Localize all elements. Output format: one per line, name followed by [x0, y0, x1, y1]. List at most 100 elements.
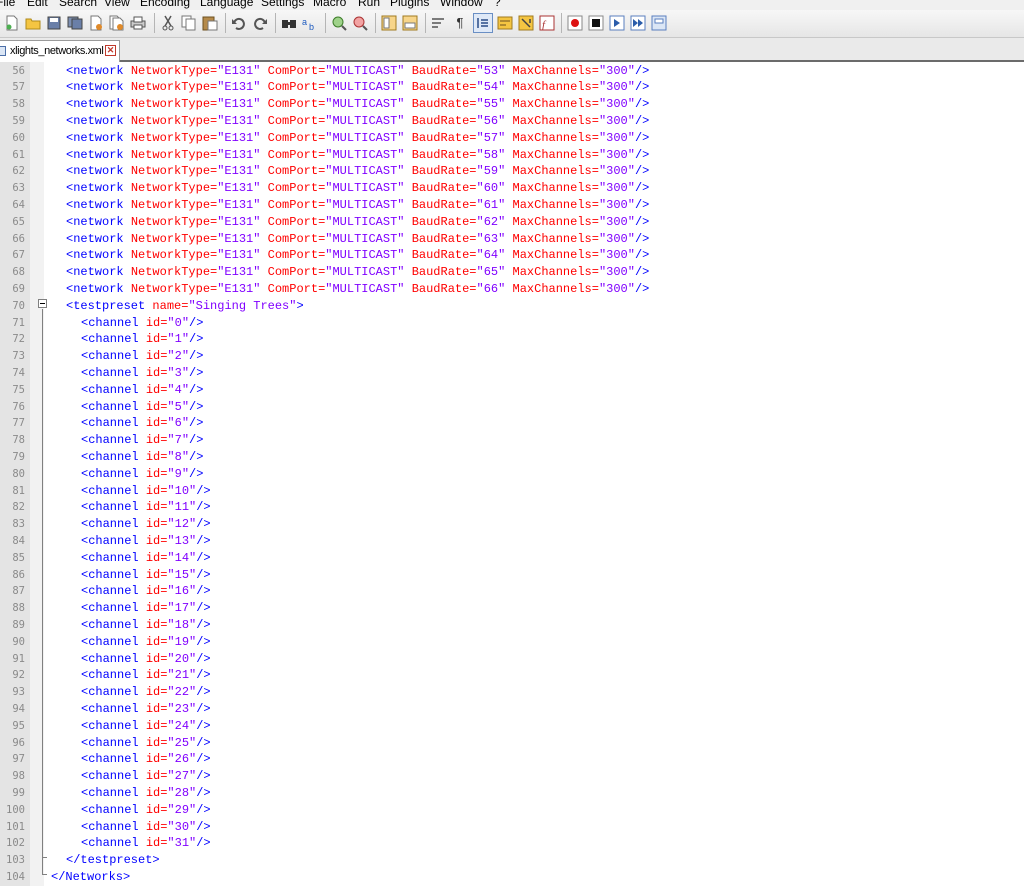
- word-wrap-icon[interactable]: [431, 15, 447, 31]
- undo-icon[interactable]: [231, 15, 247, 31]
- code-line[interactable]: 56 <network NetworkType="E131" ComPort="M…: [0, 63, 1024, 80]
- function-list-icon[interactable]: f: [539, 15, 555, 31]
- zoom-in-icon[interactable]: [331, 15, 347, 31]
- play-macro-icon[interactable]: [609, 15, 625, 31]
- menu-view[interactable]: View: [104, 0, 130, 9]
- code-line[interactable]: 75 <channel id="4"/>: [0, 382, 1024, 399]
- menu-search[interactable]: Search: [59, 0, 97, 9]
- doc-map-icon[interactable]: [518, 15, 534, 31]
- code-line[interactable]: 70 <testpreset name="Singing Trees">: [0, 298, 1024, 315]
- user-language-icon[interactable]: [497, 15, 513, 31]
- code-line[interactable]: 95 <channel id="24"/>: [0, 718, 1024, 735]
- menu-file[interactable]: File: [0, 0, 15, 9]
- code-line[interactable]: 94 <channel id="23"/>: [0, 701, 1024, 718]
- redo-icon[interactable]: [252, 15, 268, 31]
- code-line[interactable]: 90 <channel id="19"/>: [0, 634, 1024, 651]
- code-line[interactable]: 89 <channel id="18"/>: [0, 617, 1024, 634]
- code-line[interactable]: 87 <channel id="16"/>: [0, 583, 1024, 600]
- paste-icon[interactable]: [202, 15, 218, 31]
- code-text: <channel id="11"/>: [81, 499, 211, 516]
- code-line[interactable]: 81 <channel id="10"/>: [0, 483, 1024, 500]
- menu-macro[interactable]: Macro: [313, 0, 346, 9]
- line-number: 77: [12, 417, 25, 430]
- menu-edit[interactable]: Edit: [27, 0, 48, 9]
- code-line[interactable]: 93 <channel id="22"/>: [0, 684, 1024, 701]
- code-line[interactable]: 103 </testpreset>: [0, 852, 1024, 869]
- tab-xlights-networks[interactable]: xlights_networks.xml ✕: [0, 40, 120, 62]
- replace-icon[interactable]: ab: [302, 15, 318, 31]
- menu-help[interactable]: ?: [494, 0, 501, 9]
- code-line[interactable]: 97 <channel id="26"/>: [0, 751, 1024, 768]
- open-icon[interactable]: [25, 15, 41, 31]
- menu-settings[interactable]: Settings: [261, 0, 304, 9]
- code-line[interactable]: 77 <channel id="6"/>: [0, 415, 1024, 432]
- code-line[interactable]: 74 <channel id="3"/>: [0, 365, 1024, 382]
- print-icon[interactable]: [130, 15, 146, 31]
- code-line[interactable]: 60 <network NetworkType="E131" ComPort="M…: [0, 130, 1024, 147]
- sync-vertical-icon[interactable]: [381, 15, 397, 31]
- code-line[interactable]: 80 <channel id="9"/>: [0, 466, 1024, 483]
- code-line[interactable]: 66 <network NetworkType="E131" ComPort="M…: [0, 231, 1024, 248]
- save-all-icon[interactable]: [67, 15, 83, 31]
- code-line[interactable]: 62 <network NetworkType="E131" ComPort="M…: [0, 163, 1024, 180]
- code-line[interactable]: 83 <channel id="12"/>: [0, 516, 1024, 533]
- code-line[interactable]: 73 <channel id="2"/>: [0, 348, 1024, 365]
- editor[interactable]: 56 <network NetworkType="E131" ComPort="M…: [0, 62, 1024, 886]
- xml-value: "300": [598, 164, 635, 179]
- code-line[interactable]: 72 <channel id="1"/>: [0, 331, 1024, 348]
- code-line[interactable]: 67 <network NetworkType="E131" ComPort="M…: [0, 247, 1024, 264]
- code-line[interactable]: 99 <channel id="28"/>: [0, 785, 1024, 802]
- code-line[interactable]: 102 <channel id="31"/>: [0, 835, 1024, 852]
- menu-window[interactable]: Window: [440, 0, 483, 9]
- run-macro-multiple-icon[interactable]: [630, 15, 646, 31]
- code-line[interactable]: 96 <channel id="25"/>: [0, 735, 1024, 752]
- close-icon[interactable]: [88, 15, 104, 31]
- code-line[interactable]: 61 <network NetworkType="E131" ComPort="M…: [0, 147, 1024, 164]
- code-line[interactable]: 85 <channel id="14"/>: [0, 550, 1024, 567]
- code-line[interactable]: 71 <channel id="0"/>: [0, 315, 1024, 332]
- menu-plugins[interactable]: Plugins: [390, 0, 429, 9]
- code-line[interactable]: 68 <network NetworkType="E131" ComPort="M…: [0, 264, 1024, 281]
- code-line[interactable]: 98 <channel id="27"/>: [0, 768, 1024, 785]
- code-line[interactable]: 104 </Networks>: [0, 869, 1024, 886]
- code-line[interactable]: 76 <channel id="5"/>: [0, 399, 1024, 416]
- menu-language[interactable]: Language: [200, 0, 253, 9]
- code-line[interactable]: 57 <network NetworkType="E131" ComPort="M…: [0, 79, 1024, 96]
- close-all-icon[interactable]: [109, 15, 125, 31]
- indent-guide-icon[interactable]: [473, 13, 493, 33]
- sync-horizontal-icon[interactable]: [402, 15, 418, 31]
- code-line[interactable]: 91 <channel id="20"/>: [0, 651, 1024, 668]
- zoom-out-icon[interactable]: [352, 15, 368, 31]
- cut-icon[interactable]: [160, 15, 176, 31]
- code-line[interactable]: 79 <channel id="8"/>: [0, 449, 1024, 466]
- menu-encoding[interactable]: Encoding: [140, 0, 190, 9]
- code-line[interactable]: 78 <channel id="7"/>: [0, 432, 1024, 449]
- code-line[interactable]: 65 <network NetworkType="E131" ComPort="M…: [0, 214, 1024, 231]
- code-line[interactable]: 88 <channel id="17"/>: [0, 600, 1024, 617]
- code-line[interactable]: 92 <channel id="21"/>: [0, 667, 1024, 684]
- code-line[interactable]: 100 <channel id="29"/>: [0, 802, 1024, 819]
- code-line[interactable]: 69 <network NetworkType="E131" ComPort="M…: [0, 281, 1024, 298]
- close-tab-icon[interactable]: ✕: [105, 45, 116, 56]
- copy-icon[interactable]: [181, 15, 197, 31]
- new-file-icon[interactable]: [4, 15, 20, 31]
- menu-run[interactable]: Run: [358, 0, 380, 9]
- stop-macro-icon[interactable]: [588, 15, 604, 31]
- code-line[interactable]: 58 <network NetworkType="E131" ComPort="M…: [0, 96, 1024, 113]
- code-line[interactable]: 84 <channel id="13"/>: [0, 533, 1024, 550]
- code-line[interactable]: 64 <network NetworkType="E131" ComPort="M…: [0, 197, 1024, 214]
- code-line[interactable]: 86 <channel id="15"/>: [0, 567, 1024, 584]
- code-line[interactable]: 82 <channel id="11"/>: [0, 499, 1024, 516]
- toolbar: ab ¶ f: [0, 10, 1024, 38]
- code-line[interactable]: 63 <network NetworkType="E131" ComPort="M…: [0, 180, 1024, 197]
- record-macro-icon[interactable]: [567, 15, 583, 31]
- line-number: 102: [6, 837, 25, 850]
- save-macro-icon[interactable]: [651, 15, 667, 31]
- xml-attribute: id=: [145, 836, 168, 851]
- save-icon[interactable]: [46, 15, 62, 31]
- menu-bar: File Edit Search View Encoding Language …: [0, 0, 1024, 10]
- code-line[interactable]: 59 <network NetworkType="E131" ComPort="M…: [0, 113, 1024, 130]
- code-line[interactable]: 101 <channel id="30"/>: [0, 819, 1024, 836]
- show-all-characters-icon[interactable]: ¶: [452, 15, 468, 31]
- find-icon[interactable]: [281, 15, 297, 31]
